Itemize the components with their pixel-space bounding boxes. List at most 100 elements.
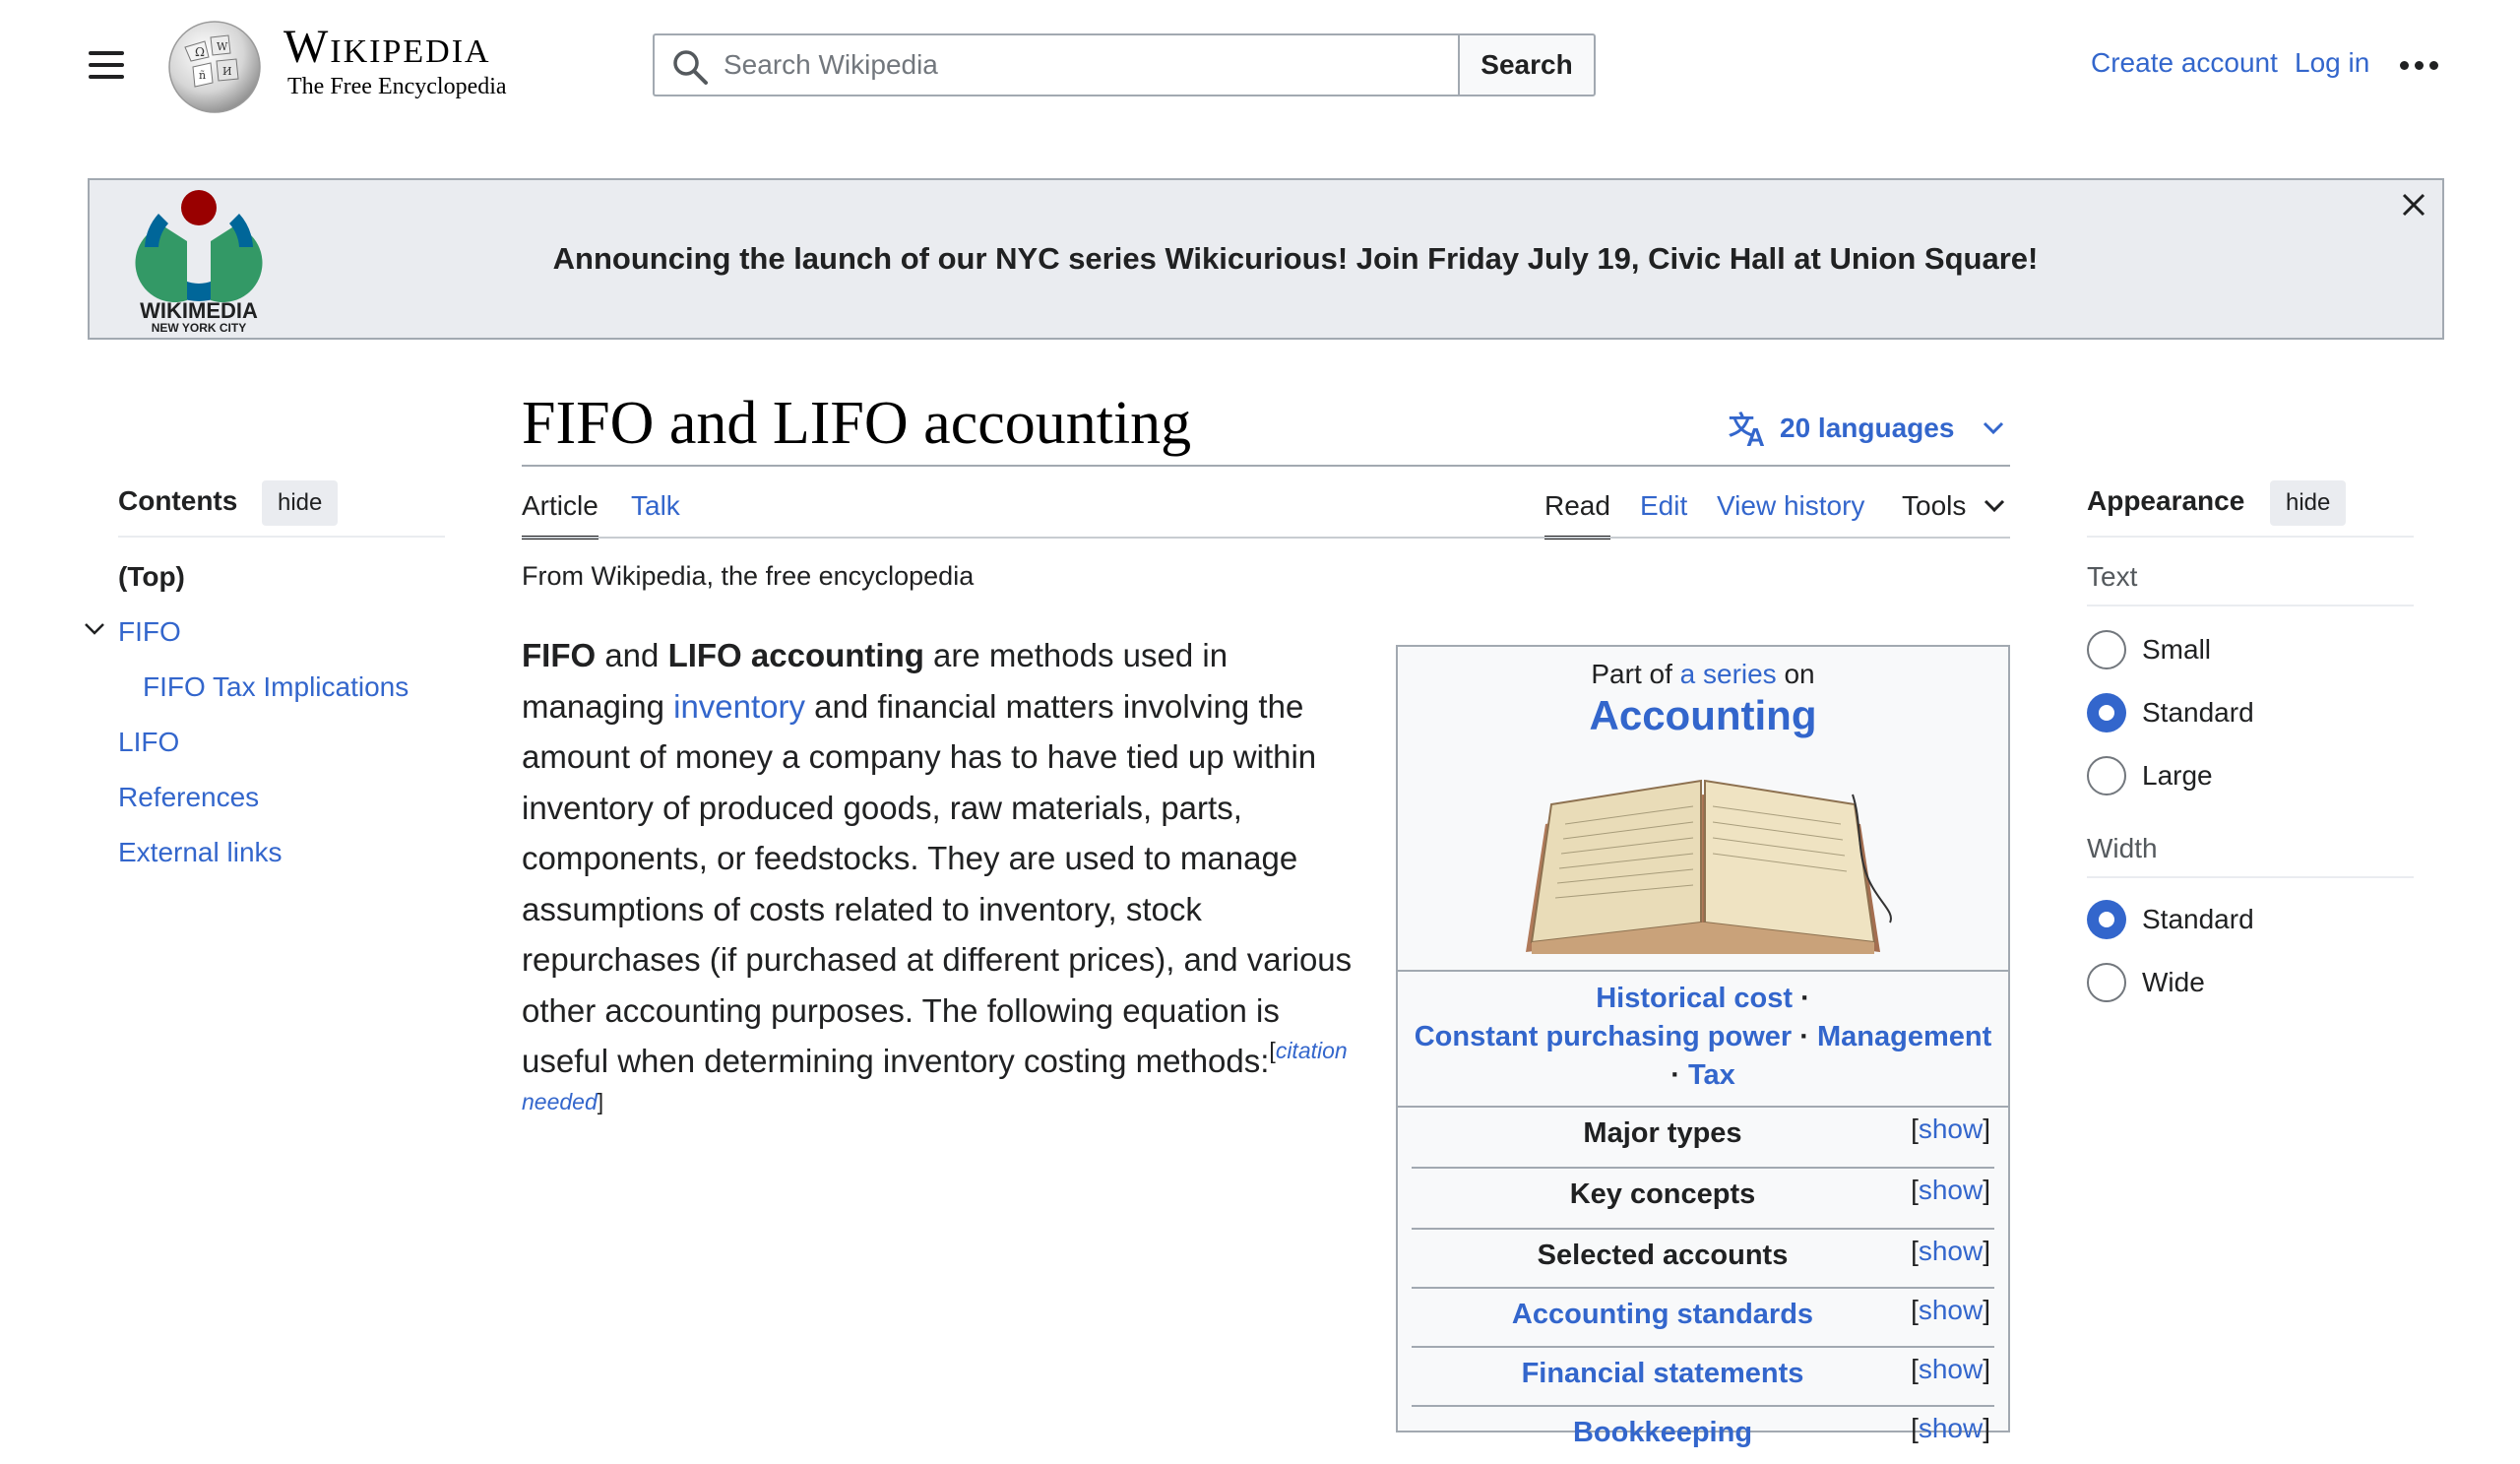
title-divider	[522, 465, 2010, 467]
toc-item-fifo[interactable]: FIFO	[118, 614, 181, 650]
on-text: on	[1776, 659, 1815, 689]
main-menu-icon[interactable]	[83, 43, 130, 87]
create-account-link[interactable]: Create account	[2091, 47, 2278, 79]
ledger-book-image	[1526, 779, 1892, 954]
show-toggle[interactable]: [show]	[1911, 1354, 1990, 1385]
search-button[interactable]: Search	[1458, 33, 1596, 96]
log-in-link[interactable]: Log in	[2295, 47, 2369, 79]
wikipedia-wordmark[interactable]: Wikipedia The Free Encyclopedia	[284, 22, 539, 100]
text-and: and	[596, 637, 668, 673]
show-toggle[interactable]: [show]	[1911, 1236, 1990, 1267]
section-label[interactable]: Bookkeeping	[1412, 1417, 1914, 1449]
toc-item-lifo[interactable]: LIFO	[118, 725, 179, 760]
svg-text:WIKIMEDIA: WIKIMEDIA	[140, 298, 258, 323]
appearance-title: Appearance	[2087, 485, 2245, 516]
wikipedia-globe-logo[interactable]: Ω W ñ И	[165, 18, 264, 116]
section-label[interactable]: Accounting standards	[1412, 1299, 1914, 1331]
toc-collapse-chevron-icon[interactable]	[81, 615, 108, 643]
search-icon	[673, 50, 708, 85]
banner-message: Announcing the launch of our NYC series …	[552, 241, 2039, 276]
text-size-large-option[interactable]: Large	[2087, 756, 2213, 796]
show-link[interactable]: show	[1919, 1175, 1983, 1205]
svg-text:NEW YORK CITY: NEW YORK CITY	[152, 321, 246, 334]
section-bookkeeping: Bookkeeping [show]	[1412, 1405, 1994, 1464]
tab-article[interactable]: Article	[522, 488, 598, 540]
radio-width-wide[interactable]	[2087, 963, 2126, 1002]
sidebar-divider	[1398, 970, 2008, 972]
tools-chevron-down-icon[interactable]	[1981, 492, 2008, 520]
svg-text:И: И	[222, 65, 232, 78]
topic-management[interactable]: Management	[1817, 1021, 1991, 1052]
toc-title: Contents	[118, 485, 238, 516]
section-label: Selected accounts	[1537, 1240, 1789, 1271]
language-button[interactable]: 文 A 20 languages	[1729, 408, 2007, 449]
show-link[interactable]: show	[1919, 1114, 1983, 1144]
show-toggle[interactable]: [show]	[1911, 1114, 1990, 1145]
section-accounting-standards: Accounting standards [show]	[1412, 1287, 1994, 1346]
wordmark-tagline: The Free Encyclopedia	[287, 74, 507, 99]
tab-read[interactable]: Read	[1544, 488, 1610, 540]
toc-item-top[interactable]: (Top)	[118, 559, 185, 595]
toc-hide-button[interactable]: hide	[262, 480, 339, 526]
section-selected-accounts: Selected accounts [show]	[1412, 1228, 1994, 1287]
show-link[interactable]: show	[1919, 1236, 1983, 1266]
more-options-icon[interactable]	[2398, 51, 2441, 79]
topic-tax[interactable]: Tax	[1688, 1059, 1735, 1091]
text-size-divider	[2087, 605, 2414, 606]
tabs-divider	[522, 537, 2010, 539]
width-label: Width	[2087, 833, 2158, 863]
site-header: Ω W ñ И Wikipedia The Free Encyclopedia …	[0, 0, 2520, 138]
text-size-standard-option[interactable]: Standard	[2087, 693, 2254, 732]
tab-view-history[interactable]: View history	[1717, 488, 1864, 524]
lead-text-2: and financial matters involving the amou…	[522, 687, 1353, 1080]
width-standard-option[interactable]: Standard	[2087, 900, 2254, 939]
radio-large[interactable]	[2087, 756, 2126, 796]
radio-width-standard-selected[interactable]	[2087, 900, 2126, 939]
radio-width-standard-label: Standard	[2142, 904, 2254, 934]
topic-constant-purchasing-power[interactable]: Constant purchasing power	[1415, 1021, 1792, 1052]
close-icon[interactable]	[2399, 190, 2428, 220]
section-major-types: Major types [show]	[1412, 1108, 1994, 1167]
sidebar-heading-accounting[interactable]: Accounting	[1398, 692, 2008, 739]
show-link[interactable]: show	[1919, 1354, 1983, 1384]
topic-historical-cost[interactable]: Historical cost	[1596, 983, 1793, 1014]
series-link[interactable]: a series	[1680, 659, 1777, 689]
inventory-link[interactable]: inventory	[673, 688, 805, 725]
wikimedia-nyc-logo[interactable]: WIKIMEDIA NEW YORK CITY	[125, 186, 273, 334]
toc-item-external-links[interactable]: External links	[118, 835, 283, 870]
radio-small[interactable]	[2087, 630, 2126, 669]
toc-item-fifo-tax-implications[interactable]: FIFO Tax Implications	[143, 669, 409, 705]
toc-item-references[interactable]: References	[118, 780, 259, 815]
appearance-hide-button[interactable]: hide	[2270, 480, 2347, 526]
text-size-label: Text	[2087, 561, 2138, 592]
text-size-small-option[interactable]: Small	[2087, 630, 2211, 669]
sidebar-part-of: Part of a series on	[1398, 659, 2008, 690]
show-link[interactable]: show	[1919, 1295, 1983, 1325]
show-toggle[interactable]: [show]	[1911, 1175, 1990, 1206]
show-toggle[interactable]: [show]	[1911, 1295, 1990, 1326]
radio-width-wide-label: Wide	[2142, 967, 2205, 997]
svg-text:W: W	[217, 40, 228, 53]
page-title: FIFO and LIFO accounting	[522, 390, 1192, 457]
tab-talk[interactable]: Talk	[631, 488, 680, 524]
translate-icon: 文 A	[1729, 411, 1765, 448]
site-subtitle: From Wikipedia, the free encyclopedia	[522, 561, 975, 591]
appearance-divider	[2087, 536, 2414, 538]
radio-standard-selected[interactable]	[2087, 693, 2126, 732]
page-tabs: Article Talk Read Edit View history Tool…	[522, 469, 2010, 540]
radio-standard-label: Standard	[2142, 697, 2254, 728]
language-count: 20 languages	[1780, 413, 1955, 443]
section-financial-statements: Financial statements [show]	[1412, 1346, 1994, 1405]
part-of-text: Part of	[1591, 659, 1680, 689]
section-label[interactable]: Financial statements	[1412, 1358, 1914, 1390]
width-wide-option[interactable]: Wide	[2087, 963, 2205, 1002]
site-notice-banner: WIKIMEDIA NEW YORK CITY Announcing the l…	[88, 178, 2444, 340]
tab-tools[interactable]: Tools	[1902, 488, 1966, 524]
svg-text:ñ: ñ	[199, 69, 206, 82]
chevron-down-icon	[1984, 421, 2004, 435]
search-input[interactable]	[724, 35, 1452, 95]
toc-divider	[118, 536, 445, 538]
accounting-series-sidebar: Part of a series on Accounting Historica…	[1396, 645, 2010, 1448]
search-box	[653, 33, 1460, 96]
tab-edit[interactable]: Edit	[1640, 488, 1687, 524]
